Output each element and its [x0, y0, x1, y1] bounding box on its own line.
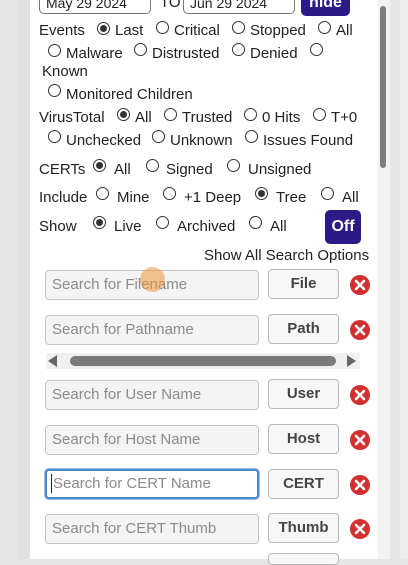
events-all-radio[interactable] [318, 21, 331, 34]
events-all-label: All [336, 22, 353, 39]
show-label: Show [39, 218, 77, 235]
certs-signed-radio[interactable] [146, 159, 159, 172]
virustotal-unknown-radio[interactable] [152, 130, 165, 143]
show-live-radio[interactable] [93, 216, 106, 229]
events-monitored-children-radio[interactable] [48, 84, 61, 97]
off-toggle-button[interactable]: Off [325, 210, 361, 244]
cert-thumb-search-input[interactable]: Search for CERT Thumb [45, 514, 259, 544]
virustotal-t0-label: T+0 [331, 109, 358, 126]
next-search-button-partial[interactable] [268, 553, 339, 565]
events-known-label: Known [42, 63, 88, 80]
username-search-input[interactable]: Search for User Name [45, 380, 259, 410]
events-distrusted-radio[interactable] [134, 43, 147, 56]
show-all-label: All [270, 218, 287, 235]
events-critical-radio[interactable] [156, 21, 169, 34]
date-to-field[interactable]: Jun 29 2024 [183, 0, 295, 14]
hide-button[interactable]: hide [301, 0, 350, 16]
scroll-left-arrow-icon[interactable] [48, 355, 57, 367]
certs-all-label: All [114, 161, 131, 178]
file-search-button[interactable]: File [268, 269, 339, 299]
text-caret [51, 474, 52, 493]
show-all-search-options-link[interactable]: Show All Search Options [204, 247, 369, 265]
cert-search-button[interactable]: CERT [268, 469, 339, 499]
virustotal-all-radio[interactable] [117, 108, 130, 121]
events-last-radio[interactable] [97, 22, 110, 35]
events-malware-radio[interactable] [48, 44, 61, 57]
remove-cert-thumb-icon[interactable] [349, 518, 371, 540]
show-archived-radio[interactable] [156, 216, 169, 229]
virustotal-all-label: All [135, 109, 152, 126]
virustotal-unknown-label: Unknown [170, 132, 233, 149]
include-all-radio[interactable] [321, 187, 334, 200]
host-search-button[interactable]: Host [268, 424, 339, 454]
events-known-radio[interactable] [310, 43, 323, 56]
certs-unsigned-label: Unsigned [248, 161, 312, 178]
include-deep-radio[interactable] [163, 187, 176, 200]
virustotal-issues-found-label: Issues Found [263, 132, 354, 149]
certs-unsigned-radio[interactable] [227, 159, 240, 172]
events-distrusted-label: Distrusted [152, 45, 220, 62]
virustotal-trusted-radio[interactable] [164, 108, 177, 121]
hostname-search-input[interactable]: Search for Host Name [45, 425, 259, 455]
remove-filename-icon[interactable] [349, 274, 371, 296]
show-live-label: Live [114, 218, 142, 235]
thumb-search-button[interactable]: Thumb [268, 513, 339, 543]
show-all-radio[interactable] [249, 216, 262, 229]
events-monitored-children-label: Monitored Children [66, 86, 193, 103]
remove-username-icon[interactable] [349, 384, 371, 406]
include-deep-label: +1 Deep [184, 189, 242, 206]
certs-all-radio[interactable] [93, 159, 106, 172]
vertical-scrollbar-thumb[interactable] [380, 6, 386, 168]
events-stopped-label: Stopped [250, 22, 306, 39]
mouse-cursor-indicator [140, 267, 165, 292]
include-mine-label: Mine [117, 189, 150, 206]
remove-pathname-icon[interactable] [349, 319, 371, 341]
include-label: Include [39, 189, 88, 206]
include-tree-radio[interactable] [255, 187, 268, 200]
path-search-button[interactable]: Path [268, 314, 339, 344]
events-stopped-radio[interactable] [232, 21, 245, 34]
virustotal-0hits-label: 0 Hits [262, 109, 301, 126]
events-denied-label: Denied [250, 45, 298, 62]
remove-cert-name-icon[interactable] [349, 474, 371, 496]
cert-name-search-input[interactable]: Search for CERT Name [45, 469, 259, 499]
events-label: Events [39, 22, 85, 39]
user-search-button[interactable]: User [268, 379, 339, 409]
virustotal-t0-radio[interactable] [313, 108, 326, 121]
window-edge [400, 0, 408, 559]
horizontal-scrollbar-thumb[interactable] [70, 356, 336, 366]
virustotal-unchecked-label: Unchecked [66, 132, 142, 149]
include-tree-label: Tree [276, 189, 307, 206]
virustotal-trusted-label: Trusted [182, 109, 233, 126]
include-all-label: All [342, 189, 359, 206]
date-from-field[interactable]: May 29 2024 [39, 0, 151, 14]
certs-signed-label: Signed [166, 161, 213, 178]
scroll-right-arrow-icon[interactable] [347, 355, 356, 367]
virustotal-label: VirusTotal [39, 109, 105, 126]
events-critical-label: Critical [174, 22, 220, 39]
include-mine-radio[interactable] [96, 187, 109, 200]
show-archived-label: Archived [177, 218, 236, 235]
date-to-label: TO [160, 0, 181, 11]
events-malware-label: Malware [66, 45, 123, 62]
remove-hostname-icon[interactable] [349, 429, 371, 451]
virustotal-issues-found-radio[interactable] [245, 130, 258, 143]
events-denied-radio[interactable] [232, 43, 245, 56]
virustotal-unchecked-radio[interactable] [48, 130, 61, 143]
virustotal-0hits-radio[interactable] [244, 108, 257, 121]
certs-label: CERTs [39, 161, 86, 178]
pathname-search-input[interactable]: Search for Pathname [45, 315, 259, 345]
events-last-label: Last [115, 22, 144, 39]
